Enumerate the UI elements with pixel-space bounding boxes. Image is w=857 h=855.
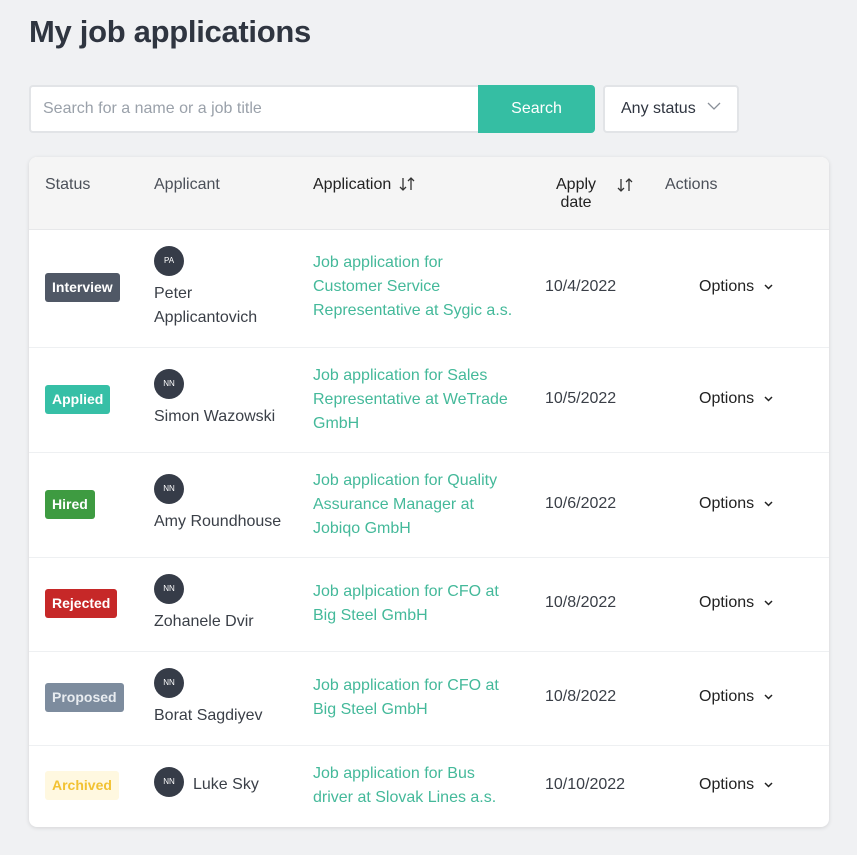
header-status: Status [45,176,91,193]
application-link-line: Job aplpication for CFO at [313,583,499,600]
options-dropdown[interactable]: Options [699,688,773,706]
options-label: Options [699,390,755,407]
table-row: Rejected NN Zohanele Dvir Job aplpicatio… [29,558,829,652]
options-label: Options [699,688,755,705]
applicant-name: Amy Roundhouse [154,513,282,530]
sort-icon[interactable] [399,177,415,191]
application-link-line: Customer Service [313,278,441,295]
apply-date: 10/4/2022 [545,278,617,295]
apply-date: 10/5/2022 [545,390,617,407]
options-label: Options [699,495,755,512]
apply-date: 10/6/2022 [545,495,617,512]
application-link-line: Job application for Quality [313,472,498,489]
header-apply-date[interactable]: Apply date [556,176,596,212]
status-badge: Hired [45,490,95,519]
application-link-line: driver at Slovak Lines a.s. [313,789,497,806]
avatar: NN [154,474,184,504]
header-actions: Actions [665,176,718,193]
application-link-line: Representative at Sygic a.s. [313,302,513,319]
application-link-line: Representative at WeTrade [313,391,508,408]
chevron-down-icon [764,501,773,507]
avatar: NN [154,574,184,604]
options-dropdown[interactable]: Options [699,495,773,513]
status-badge: Interview [45,273,120,302]
applicant-name-line: Peter [154,285,193,302]
avatar: NN [154,668,184,698]
chevron-down-icon [764,284,773,290]
application-link-line: Job application for Sales [313,367,488,384]
chevron-down-icon [764,782,773,788]
status-badge: Rejected [45,589,118,618]
search-button[interactable]: Search [478,85,595,133]
options-label: Options [699,594,755,611]
options-label: Options [699,776,755,793]
application-link-line: Job application for CFO at [313,677,499,694]
application-link-line: GmbH [313,415,360,432]
page: My job applications Search Any status St… [0,0,857,855]
applicant-name: Borat Sagdiyev [154,707,263,724]
application-link-line: Big Steel GmbH [313,701,428,718]
chevron-down-icon [764,396,773,402]
application-link[interactable]: Job application for Sales Representative… [313,364,523,436]
status-filter-value: Any status [621,100,696,117]
application-link-line: Big Steel GmbH [313,607,428,624]
status-filter-select[interactable]: Any status [603,85,739,133]
options-dropdown[interactable]: Options [699,594,773,612]
applicant-name: Luke Sky [193,776,259,793]
apply-date: 10/8/2022 [545,688,617,705]
search-input[interactable] [29,85,478,133]
application-link[interactable]: Job aplpication for CFO at Big Steel Gmb… [313,580,523,628]
application-link[interactable]: Job application for Bus driver at Slovak… [313,762,523,810]
status-badge: Archived [45,771,119,800]
chevron-down-icon [764,694,773,700]
application-link[interactable]: Job application for CFO at Big Steel Gmb… [313,674,523,722]
table-row: Interview PA Peter Applicantovich Job ap… [29,230,829,348]
header-apply-date-line2: date [560,194,592,211]
search-bar: Search [29,85,595,133]
avatar: NN [154,767,184,797]
table-row: Hired NN Amy Roundhouse Job application … [29,453,829,558]
table-row: Proposed NN Borat Sagdiyev Job applicati… [29,652,829,746]
applicant-name-line: Applicantovich [154,309,258,326]
table-header: Status Applicant Application Apply date [29,157,829,230]
chevron-down-icon [707,102,721,110]
application-link-line: Jobiqo GmbH [313,520,411,537]
page-title: My job applications [29,14,311,49]
options-dropdown[interactable]: Options [699,278,773,296]
options-dropdown[interactable]: Options [699,776,773,794]
header-applicant: Applicant [154,176,220,193]
sort-icon[interactable] [617,178,633,192]
application-link-line: Assurance Manager at [313,496,474,513]
status-badge: Applied [45,385,111,414]
apply-date: 10/10/2022 [545,776,626,793]
options-label: Options [699,278,755,295]
avatar: PA [154,246,184,276]
applicant-name: Simon Wazowski [154,408,276,425]
chevron-down-icon [764,600,773,606]
application-link-line: Job application for [313,254,443,271]
applicant-name: Peter Applicantovich [154,282,257,330]
options-dropdown[interactable]: Options [699,390,773,408]
applicant-name: Zohanele Dvir [154,613,254,630]
avatar: NN [154,369,184,399]
apply-date: 10/8/2022 [545,594,617,611]
table-row: Archived NN Luke Sky Job application for… [29,746,829,827]
applications-table: Status Applicant Application Apply date [29,157,829,827]
header-apply-date-line1: Apply [556,176,597,193]
application-link[interactable]: Job application for Customer Service Rep… [313,251,523,323]
application-link[interactable]: Job application for Quality Assurance Ma… [313,469,523,541]
table-row: Applied NN Simon Wazowski Job applicatio… [29,348,829,453]
header-application[interactable]: Application [313,176,415,194]
status-badge: Proposed [45,683,124,712]
application-link-line: Job application for Bus [313,765,475,782]
header-application-label: Application [313,176,392,193]
